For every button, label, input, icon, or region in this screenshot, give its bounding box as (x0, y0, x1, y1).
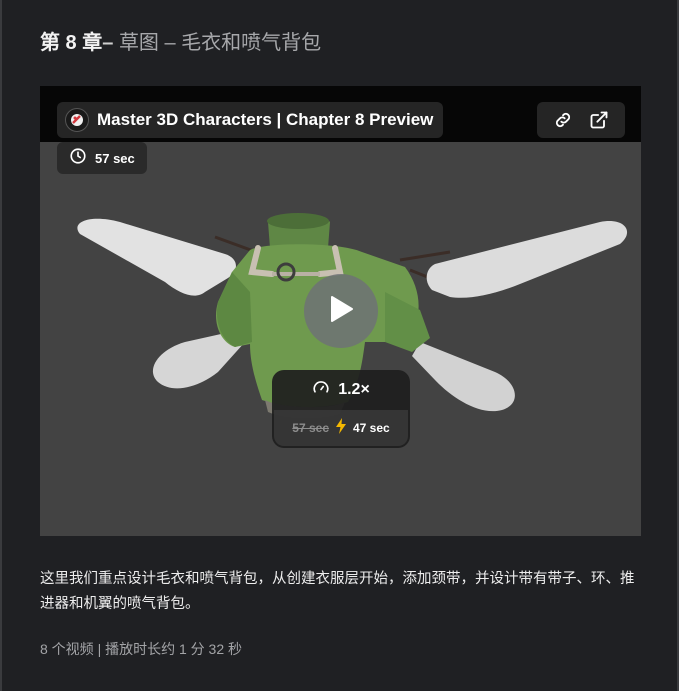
speedometer-icon (312, 379, 330, 402)
speed-row: 1.2× (272, 370, 410, 410)
chapter-meta: 8 个视频 | 播放时长约 1 分 32 秒 (40, 641, 243, 657)
chapter-title: 草图 – 毛衣和喷气背包 (118, 32, 322, 54)
clock-icon (69, 147, 87, 170)
chapter-description: 这里我们重点设计毛衣和喷气背包，从创建衣服层开始，添加颈带，并设计带有带子、环、… (40, 571, 635, 612)
video-player[interactable]: Master 3D Characters | Chapter 8 Preview… (40, 86, 641, 536)
video-actions (537, 102, 625, 138)
original-duration: 57 sec (292, 421, 329, 435)
time-saved-row: 57 sec 47 sec (274, 410, 408, 446)
link-icon[interactable] (551, 108, 575, 132)
heading-dash: – (102, 32, 119, 54)
duration-text: 57 sec (95, 150, 135, 166)
duration-badge: 57 sec (57, 142, 147, 174)
speed-label: 1.2× (338, 381, 370, 398)
brand-logo-icon (65, 108, 89, 132)
play-button[interactable] (304, 274, 378, 348)
external-link-icon[interactable] (587, 108, 611, 132)
playback-speed-card[interactable]: 1.2× 57 sec 47 sec (272, 370, 410, 448)
sped-up-duration: 47 sec (353, 421, 390, 435)
video-title: Master 3D Characters | Chapter 8 Preview (97, 110, 434, 129)
section-heading: 第 8 章– 草图 – 毛衣和喷气背包 (40, 30, 321, 56)
video-title-bar: Master 3D Characters | Chapter 8 Preview (57, 102, 444, 138)
chapter-number: 第 8 章 (40, 32, 103, 54)
play-icon (328, 295, 354, 328)
lightning-icon (335, 417, 347, 439)
